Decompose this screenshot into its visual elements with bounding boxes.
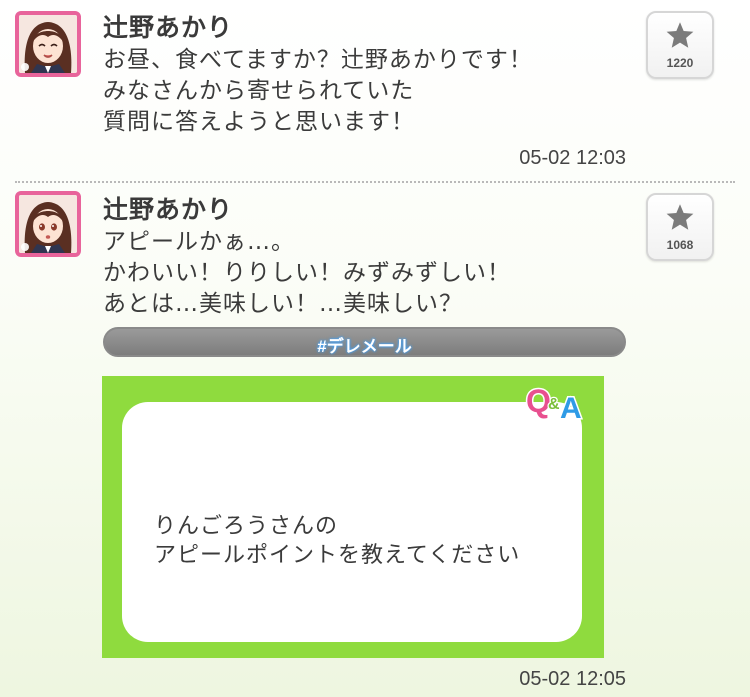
svg-text:A: A	[560, 392, 582, 425]
author-avatar[interactable]	[15, 11, 81, 77]
message-line: あとは…美味しい！…美味しい？	[103, 291, 463, 317]
author-name[interactable]: 辻野あかり	[103, 190, 233, 226]
qa-question-line: りんごろうさんの	[154, 514, 339, 539]
author-name[interactable]: 辻野あかり	[103, 8, 233, 44]
hashtag-link[interactable]: #デレメール	[103, 327, 626, 357]
qa-question-line: アピールポイントを教えてください	[154, 543, 521, 568]
message-text: アピールかぁ…。 かわいい！りりしい！みずみずしい！ あとは…美味しい！…美味し…	[103, 227, 511, 320]
qa-badge-icon: Q & A	[525, 382, 584, 427]
favorite-button[interactable]: 1220	[646, 11, 714, 79]
post-divider	[15, 181, 735, 183]
avatar-talking-icon	[19, 195, 77, 253]
avatar-smiling-icon	[19, 15, 77, 73]
message-line: アピールかぁ…。	[103, 229, 295, 255]
post-timestamp: 05-02 12:03	[519, 147, 626, 169]
message-line: 質問に答えようと思います！	[103, 109, 415, 135]
qa-question-text: りんごろうさんの アピールポイントを教えてください	[154, 512, 520, 570]
message-line: みなさんから寄せられていた	[103, 78, 415, 104]
favorite-count: 1068	[666, 238, 694, 252]
message-line: かわいい！りりしい！みずみずしい！	[103, 260, 511, 286]
star-icon	[666, 204, 694, 230]
favorite-button[interactable]: 1068	[646, 193, 714, 261]
message-text: お昼、食べてますか？辻野あかりです！ みなさんから寄せられていた 質問に答えよう…	[103, 45, 533, 138]
favorite-count: 1220	[666, 56, 694, 70]
post-timestamp: 05-02 12:05	[519, 668, 626, 690]
star-icon	[666, 22, 694, 48]
hashtag-label: #デレメール	[317, 337, 412, 356]
qa-attachment-card[interactable]: りんごろうさんの アピールポイントを教えてください Q & A	[102, 376, 604, 658]
qa-question-panel: りんごろうさんの アピールポイントを教えてください	[122, 402, 582, 642]
author-avatar[interactable]	[15, 191, 81, 257]
svg-text:&: &	[548, 396, 560, 413]
message-line: お昼、食べてますか？辻野あかりです！	[103, 47, 533, 73]
